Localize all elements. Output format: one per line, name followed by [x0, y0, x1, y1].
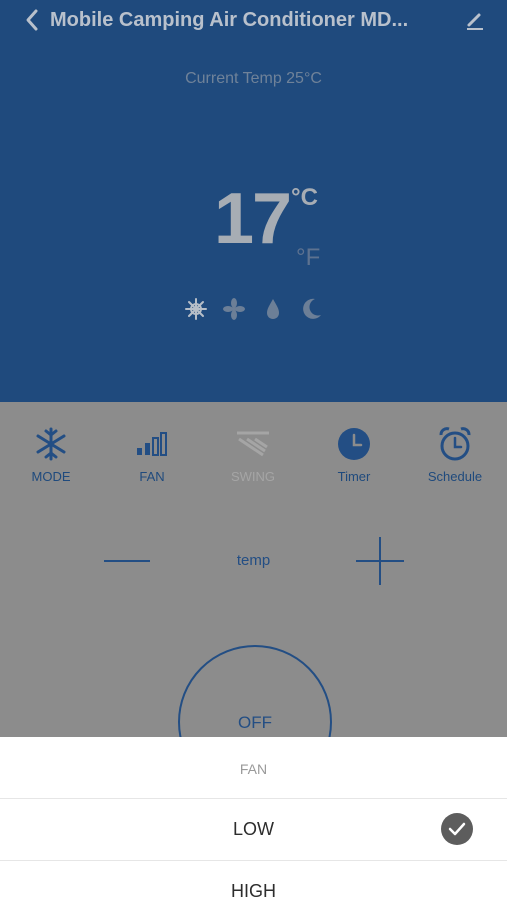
- fan-icon: [221, 296, 247, 322]
- fan-option-low[interactable]: LOW: [0, 799, 507, 860]
- page-title: Mobile Camping Air Conditioner MD...: [50, 9, 409, 31]
- swing-button[interactable]: SWING: [208, 418, 298, 500]
- timer-label: Timer: [337, 469, 371, 484]
- unit-fahrenheit[interactable]: °F: [296, 244, 320, 272]
- fan-bottom-sheet: FAN LOW HIGH: [0, 737, 507, 901]
- set-temperature: 17: [214, 179, 292, 259]
- droplet-icon: [260, 296, 286, 322]
- fan-option-low-label: LOW: [232, 819, 274, 839]
- temp-increase-button[interactable]: [356, 537, 404, 585]
- unit-celsius[interactable]: °C: [291, 184, 318, 212]
- mode-button[interactable]: MODE: [6, 418, 96, 500]
- alarm-icon: [437, 426, 473, 462]
- snowflake-icon: [183, 296, 209, 322]
- mode-status-icons: [183, 296, 323, 324]
- signal-bars-icon: [134, 426, 170, 462]
- current-temp: Current Temp 25°C: [185, 70, 322, 87]
- back-button[interactable]: [18, 8, 46, 36]
- sheet-title: FAN: [239, 761, 268, 777]
- checkmark-icon: [441, 813, 473, 845]
- swing-label: SWING: [230, 469, 276, 484]
- mode-label: MODE: [31, 469, 71, 484]
- hero-panel: Mobile Camping Air Conditioner MD... Cur…: [0, 0, 507, 402]
- swing-icon: [235, 426, 271, 462]
- pencil-icon: [463, 8, 487, 37]
- clock-icon: [336, 426, 372, 462]
- fan-button[interactable]: FAN: [107, 418, 197, 500]
- control-row: MODE FAN SWING Timer Schedule: [0, 418, 507, 508]
- schedule-button[interactable]: Schedule: [410, 418, 500, 500]
- edit-button[interactable]: [461, 8, 489, 36]
- fan-label: FAN: [139, 469, 165, 484]
- snowflake-icon: [33, 426, 69, 462]
- temp-label: temp: [236, 552, 271, 569]
- schedule-label: Schedule: [427, 469, 483, 484]
- moon-icon: [299, 296, 325, 322]
- chevron-left-icon: [24, 8, 40, 37]
- fan-option-high[interactable]: HIGH: [0, 861, 507, 922]
- timer-button[interactable]: Timer: [309, 418, 399, 500]
- app: Mobile Camping Air Conditioner MD... Cur…: [0, 0, 507, 901]
- fan-option-high-label: HIGH: [231, 881, 276, 901]
- top-bar: Mobile Camping Air Conditioner MD...: [0, 0, 507, 44]
- power-label: OFF: [238, 713, 272, 732]
